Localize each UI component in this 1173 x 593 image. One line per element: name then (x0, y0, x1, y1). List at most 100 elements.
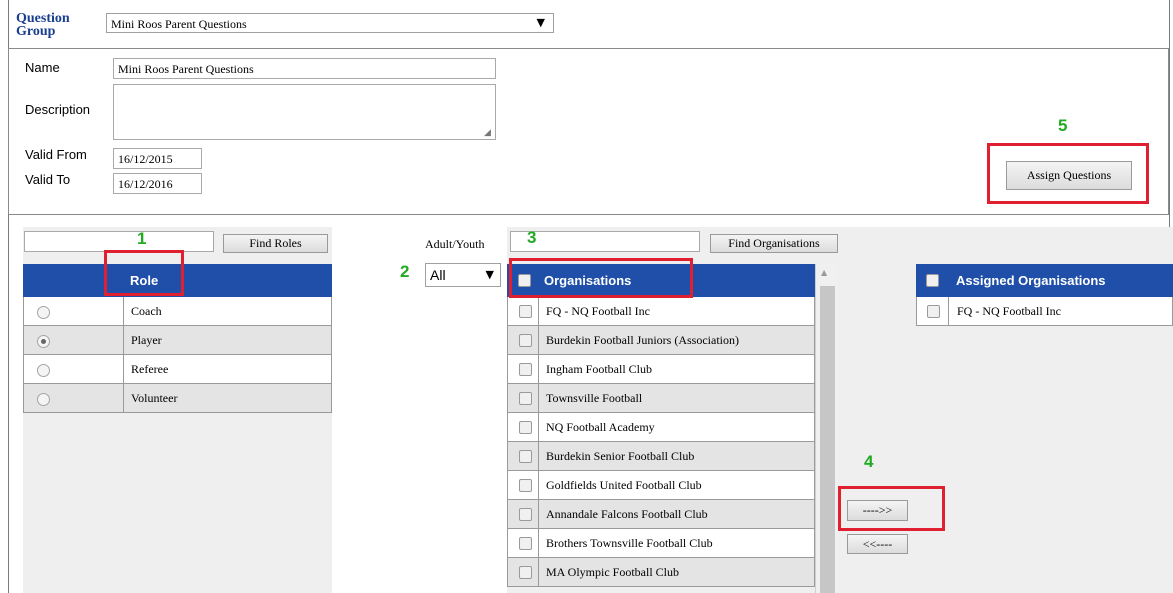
name-label: Name (25, 60, 60, 75)
description-label: Description (25, 102, 91, 117)
callout-box-1 (104, 250, 184, 296)
organisation-row[interactable]: Brothers Townsville Football Club (507, 529, 815, 558)
valid-to-label: Valid To (25, 172, 71, 187)
remove-organisation-button[interactable]: <<---- (847, 534, 908, 554)
role-radio[interactable] (37, 306, 50, 319)
organisation-row[interactable]: Burdekin Football Juniors (Association) (507, 326, 815, 355)
organisation-row[interactable]: Goldfields United Football Club (507, 471, 815, 500)
valid-from-label: Valid From (25, 147, 87, 162)
callout-box-4 (838, 486, 945, 531)
resize-grip-icon[interactable]: ◢ (484, 128, 491, 138)
role-row[interactable]: Coach (23, 297, 332, 326)
organisation-label: FQ - NQ Football Inc (546, 304, 650, 318)
organisations-search-input[interactable] (510, 231, 700, 252)
organisation-checkbox[interactable] (519, 566, 532, 579)
organisation-checkbox[interactable] (519, 305, 532, 318)
callout-box-5 (987, 143, 1149, 204)
column-divider (538, 471, 539, 500)
column-divider (948, 297, 949, 326)
organisations-scrollbar[interactable]: ▲ (815, 264, 837, 593)
callout-number-1: 1 (137, 229, 147, 248)
column-divider (538, 558, 539, 587)
column-divider (538, 297, 539, 326)
find-roles-button[interactable]: Find Roles (223, 234, 328, 253)
role-label: Player (131, 333, 162, 347)
organisation-checkbox[interactable] (519, 334, 532, 347)
organisations-list: FQ - NQ Football Inc Burdekin Football J… (507, 297, 815, 587)
valid-to-input[interactable]: 16/12/2016 (113, 173, 202, 194)
organisation-checkbox[interactable] (519, 450, 532, 463)
assigned-organisation-label: FQ - NQ Football Inc (957, 304, 1061, 318)
column-divider (538, 384, 539, 413)
question-group-label: Question Group (16, 11, 70, 39)
roles-search-input[interactable] (24, 231, 214, 252)
column-divider (538, 326, 539, 355)
adult-youth-label: Adult/Youth (425, 237, 485, 251)
column-divider (123, 326, 124, 355)
organisation-checkbox[interactable] (519, 392, 532, 405)
column-divider (538, 413, 539, 442)
role-radio[interactable] (37, 364, 50, 377)
organisation-label: Townsville Football (546, 391, 643, 405)
question-group-selected: Mini Roos Parent Questions (111, 17, 247, 31)
role-row[interactable]: Player (23, 326, 332, 355)
roles-list: Coach Player Referee Volunteer (23, 297, 332, 413)
organisation-label: Brothers Townsville Football Club (546, 536, 713, 550)
dropdown-arrow-icon: ▼ (485, 268, 494, 281)
scroll-up-icon[interactable]: ▲ (821, 268, 827, 277)
role-label: Volunteer (131, 391, 178, 405)
column-divider (538, 529, 539, 558)
adult-youth-selected: All (430, 267, 446, 283)
callout-number-2: 2 (400, 262, 410, 281)
column-divider (538, 500, 539, 529)
organisation-label: NQ Football Academy (546, 420, 655, 434)
organisation-checkbox[interactable] (519, 537, 532, 550)
valid-from-input[interactable]: 16/12/2015 (113, 148, 202, 169)
column-divider (538, 442, 539, 471)
dropdown-arrow-icon: ▼ (536, 16, 545, 29)
assigned-organisation-row[interactable]: FQ - NQ Football Inc (916, 297, 1173, 326)
description-textarea[interactable] (113, 84, 496, 140)
organisation-label: MA Olympic Football Club (546, 565, 680, 579)
assigned-organisations-header: Assigned Organisations (916, 264, 1173, 297)
assigned-organisations-header-label[interactable]: Assigned Organisations (956, 273, 1106, 288)
organisation-checkbox[interactable] (519, 421, 532, 434)
organisation-row[interactable]: FQ - NQ Football Inc (507, 297, 815, 326)
assigned-organisations-list: FQ - NQ Football Inc (916, 297, 1173, 326)
adult-youth-select[interactable]: All ▼ (425, 263, 501, 287)
callout-number-4: 4 (864, 452, 874, 471)
column-divider (123, 355, 124, 384)
organisation-checkbox[interactable] (519, 508, 532, 521)
role-label: Referee (131, 362, 169, 376)
role-radio[interactable] (37, 393, 50, 406)
name-input[interactable]: Mini Roos Parent Questions (113, 58, 496, 79)
organisation-checkbox[interactable] (519, 363, 532, 376)
select-all-assigned-checkbox[interactable] (926, 274, 939, 287)
assigned-organisation-checkbox[interactable] (927, 305, 940, 318)
organisation-label: Annandale Falcons Football Club (546, 507, 708, 521)
callout-box-3 (509, 258, 693, 298)
organisation-label: Burdekin Football Juniors (Association) (546, 333, 739, 347)
column-divider (123, 297, 124, 326)
column-divider (538, 355, 539, 384)
role-label: Coach (131, 304, 162, 318)
organisation-checkbox[interactable] (519, 479, 532, 492)
column-divider (123, 384, 124, 413)
role-row[interactable]: Volunteer (23, 384, 332, 413)
callout-number-5: 5 (1058, 116, 1068, 135)
organisation-row[interactable]: Ingham Football Club (507, 355, 815, 384)
role-radio[interactable] (37, 335, 50, 348)
organisation-row[interactable]: Townsville Football (507, 384, 815, 413)
organisation-row[interactable]: Burdekin Senior Football Club (507, 442, 815, 471)
scrollbar-thumb[interactable] (820, 286, 835, 593)
question-group-select[interactable]: Mini Roos Parent Questions ▼ (106, 13, 554, 33)
find-organisations-button[interactable]: Find Organisations (710, 234, 838, 253)
organisation-row[interactable]: MA Olympic Football Club (507, 558, 815, 587)
callout-number-3: 3 (527, 228, 537, 247)
role-row[interactable]: Referee (23, 355, 332, 384)
organisation-row[interactable]: Annandale Falcons Football Club (507, 500, 815, 529)
organisation-label: Ingham Football Club (546, 362, 652, 376)
organisation-label: Burdekin Senior Football Club (546, 449, 695, 463)
organisation-label: Goldfields United Football Club (546, 478, 702, 492)
organisation-row[interactable]: NQ Football Academy (507, 413, 815, 442)
